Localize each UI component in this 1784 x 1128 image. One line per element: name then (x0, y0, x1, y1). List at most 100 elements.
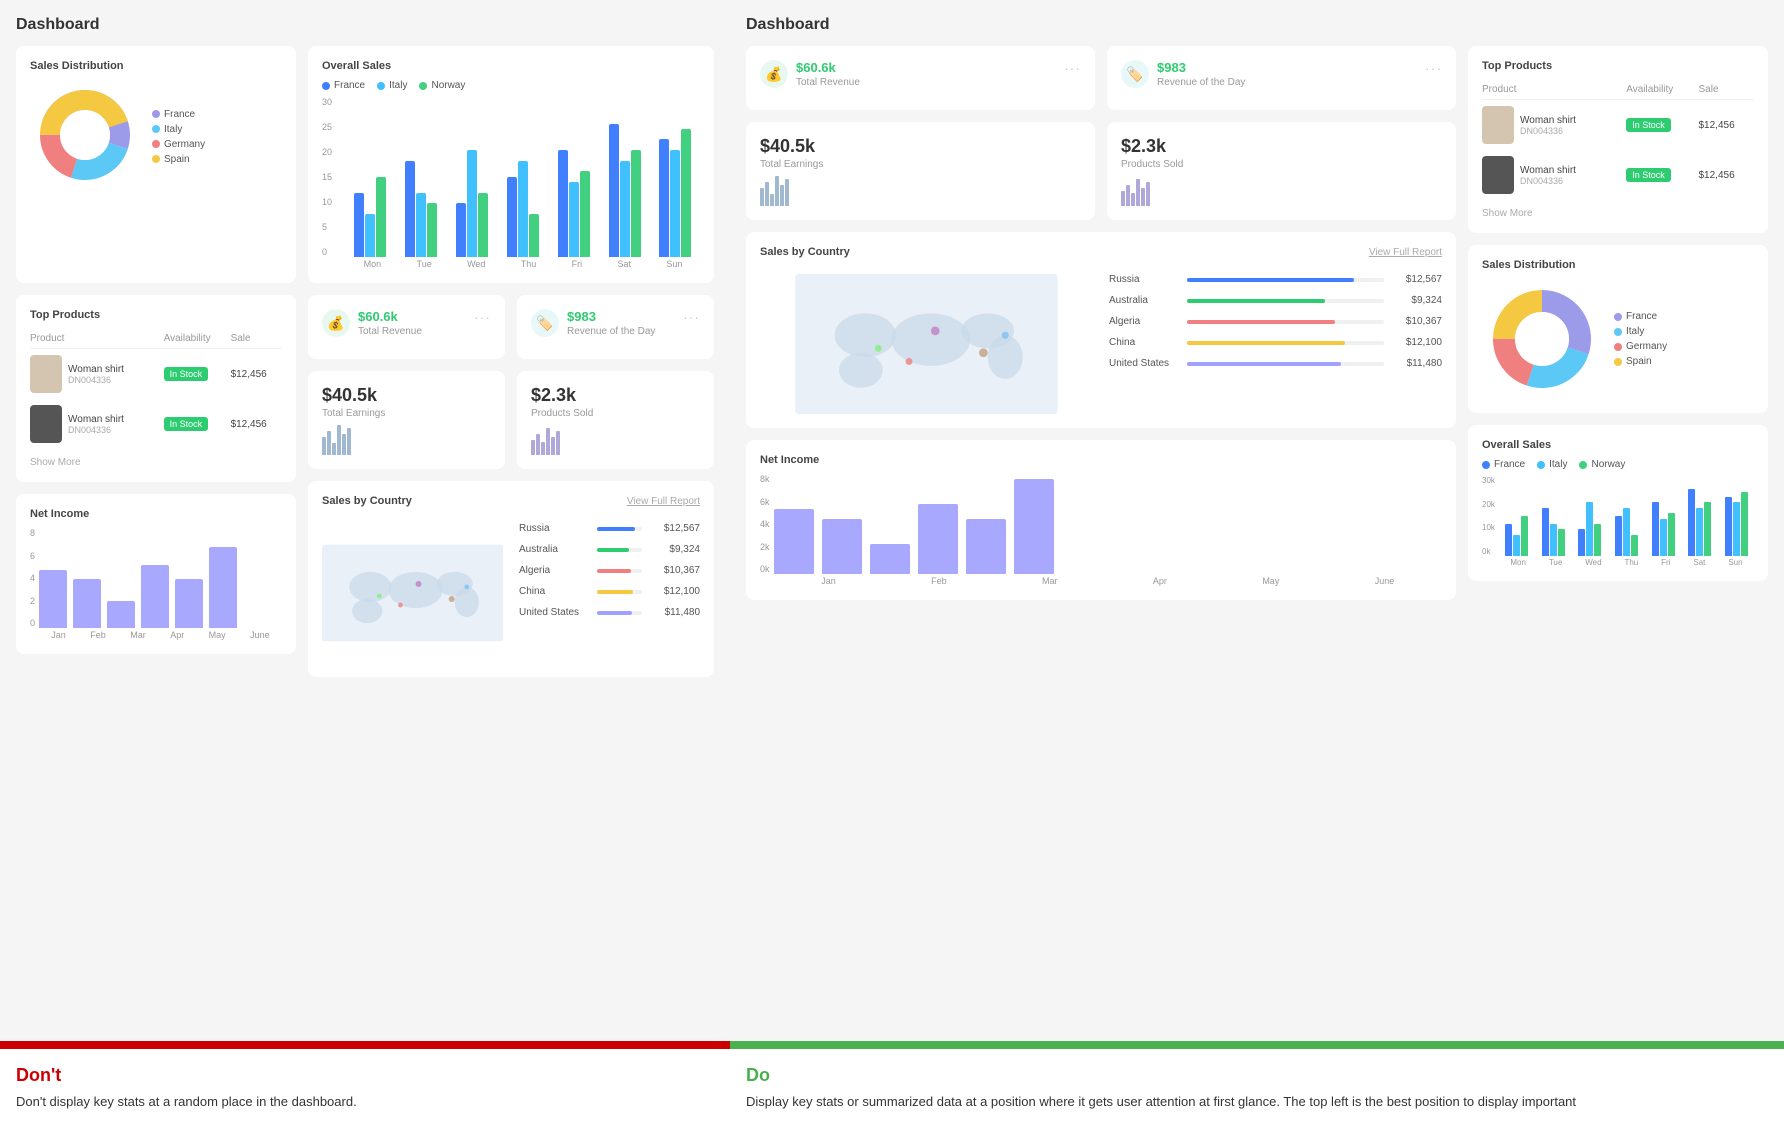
stat-card-sold: $2.3k Products Sold (517, 371, 714, 469)
right-net-income-chart: 8k6k4k2k0k (760, 474, 1442, 586)
country-name-china: China (519, 586, 589, 597)
bar-tue-france (405, 161, 415, 257)
bar-chart (346, 97, 700, 257)
right-product-name-1: Woman shirt (1520, 115, 1576, 126)
country-name-australia: Australia (519, 544, 589, 555)
right-product-name-2: Woman shirt (1520, 165, 1576, 176)
do-title: Do (746, 1065, 1768, 1086)
left-dashboard-title: Dashboard (16, 16, 714, 34)
stat-value-sold: $2.3k (531, 385, 700, 406)
right-country-row-russia: Russia $12,567 (1109, 274, 1442, 285)
bar-us (597, 611, 632, 615)
mini-bar-s6 (556, 431, 560, 455)
y-axis: 302520151050 (322, 97, 342, 257)
table-row: Woman shirt DN004336 In Stock $12,456 (30, 349, 282, 400)
view-full-report-link[interactable]: View Full Report (627, 496, 700, 507)
green-bar (730, 1041, 1784, 1049)
legend-germany: Germany (152, 139, 205, 150)
left-sbc-title: Sales by Country (322, 495, 412, 507)
mini-bar-5 (342, 434, 346, 455)
bar-fri-italy (569, 182, 579, 257)
right-income-bar-jan (774, 509, 814, 574)
x-axis-labels: Mon Tue Wed Thu Fri Sat Sun (346, 259, 700, 269)
do-section: Do Display key stats or summarized data … (730, 1041, 1784, 1128)
col-sale: Sale (231, 329, 282, 349)
right-stat-dots-day[interactable]: ··· (1425, 60, 1442, 76)
country-stats: Russia $12,567 Australia (519, 523, 700, 663)
right-bar-mon (1505, 516, 1528, 556)
right-country-stats: Russia $12,567 Australia (1109, 274, 1442, 414)
stat-dots-revenue[interactable]: ··· (474, 309, 491, 325)
mini-bar-1 (322, 437, 326, 455)
chart-dot-italy (377, 82, 385, 90)
bar-group-thu (507, 161, 539, 257)
right-income-bar-may (966, 519, 1006, 574)
product-info-1: Woman shirt DN004336 (68, 364, 124, 385)
right-sales-dist-legend: France Italy Germany (1614, 311, 1667, 367)
stats-row: 💰 $60.6k Total Revenue ··· (308, 295, 714, 359)
mini-bar-4 (337, 425, 341, 455)
right-stat-label-sold: Products Sold (1121, 159, 1442, 170)
right-legend-spain: Spain (1614, 356, 1667, 367)
country-value-australia: $9,324 (650, 544, 700, 555)
mini-bar-2 (327, 431, 331, 455)
income-bar-feb (73, 579, 101, 629)
stat-icon-revenue: 💰 (322, 309, 350, 337)
legend-dot-france (152, 110, 160, 118)
stat-label-earnings: Total Earnings (322, 408, 491, 419)
right-legend-italy: Italy (1614, 326, 1667, 337)
dont-title: Don't (16, 1065, 714, 1086)
right-product-id-1: DN004336 (1520, 126, 1576, 136)
bar-group-wed (456, 150, 488, 257)
right-product-id-2: DN004336 (1520, 176, 1576, 186)
badge-instock-1: In Stock (164, 367, 209, 381)
right-overall-chart-wrap: 30k20k10k0k (1482, 476, 1754, 567)
mini-bar-s5 (551, 437, 555, 455)
legend-spain: Spain (152, 154, 205, 165)
bar-thu-norway (529, 214, 539, 257)
right-net-income-y: 8k6k4k2k0k (760, 474, 770, 574)
show-more-link[interactable]: Show More (30, 457, 282, 468)
right-overall-sales: Overall Sales France Italy Norway (1468, 425, 1768, 581)
stat-label-revenue: Total Revenue (358, 326, 422, 337)
stat-dots-day-revenue[interactable]: ··· (683, 309, 700, 325)
earnings-row: $40.5k Total Earnings (308, 371, 714, 469)
income-bar-mar (107, 601, 135, 628)
right-overall-legend: France Italy Norway (1482, 459, 1754, 470)
bar-sat-norway (631, 150, 641, 257)
left-sales-legend: France Italy Germany (152, 109, 205, 165)
right-stat-label-day: Revenue of the Day (1157, 77, 1245, 88)
right-view-full-link[interactable]: View Full Report (1369, 247, 1442, 258)
bar-australia (597, 548, 629, 552)
right-sale-1: $12,456 (1698, 100, 1754, 151)
stat-card-earnings: $40.5k Total Earnings (308, 371, 505, 469)
mini-bar-chart-sold (531, 425, 700, 455)
donut-chart (30, 80, 140, 193)
bar-sun-norway (681, 129, 691, 257)
right-donut-container: France Italy Germany (1482, 279, 1754, 399)
right-legend-germany: Germany (1614, 341, 1667, 352)
right-legend-france: France (1614, 311, 1667, 322)
legend-item-norway: Norway (419, 80, 465, 91)
mini-bar-chart-earnings (322, 425, 491, 455)
right-overall-y: 30k20k10k0k (1482, 476, 1495, 556)
bar-sun-france (659, 139, 669, 257)
net-income-bars-area: Jan Feb Mar Apr May June (39, 528, 282, 640)
right-stat-icon-revenue: 💰 (760, 60, 788, 88)
product-sale-2: $12,456 (231, 399, 282, 449)
right-overall-x: Mon Tue Wed Thu Fri Sat Sun (1499, 558, 1754, 567)
country-value-us: $11,480 (650, 607, 700, 618)
right-product-img-1 (1482, 106, 1514, 144)
col-availability: Availability (164, 329, 231, 349)
stat-label-day-revenue: Revenue of the Day (567, 326, 655, 337)
bar-tue-norway (427, 203, 437, 257)
world-map-svg (322, 523, 503, 663)
left-overall-sales-title: Overall Sales (322, 60, 700, 72)
stat-header-revenue: 💰 $60.6k Total Revenue ··· (322, 309, 491, 337)
right-show-more[interactable]: Show More (1482, 208, 1754, 219)
right-sales-dist: Sales Distribution France (1468, 245, 1768, 413)
col-product: Product (30, 329, 164, 349)
right-stat-value-sold: $2.3k (1121, 136, 1442, 157)
right-stat-dots-revenue[interactable]: ··· (1064, 60, 1081, 76)
bar-sun-italy (670, 150, 680, 257)
